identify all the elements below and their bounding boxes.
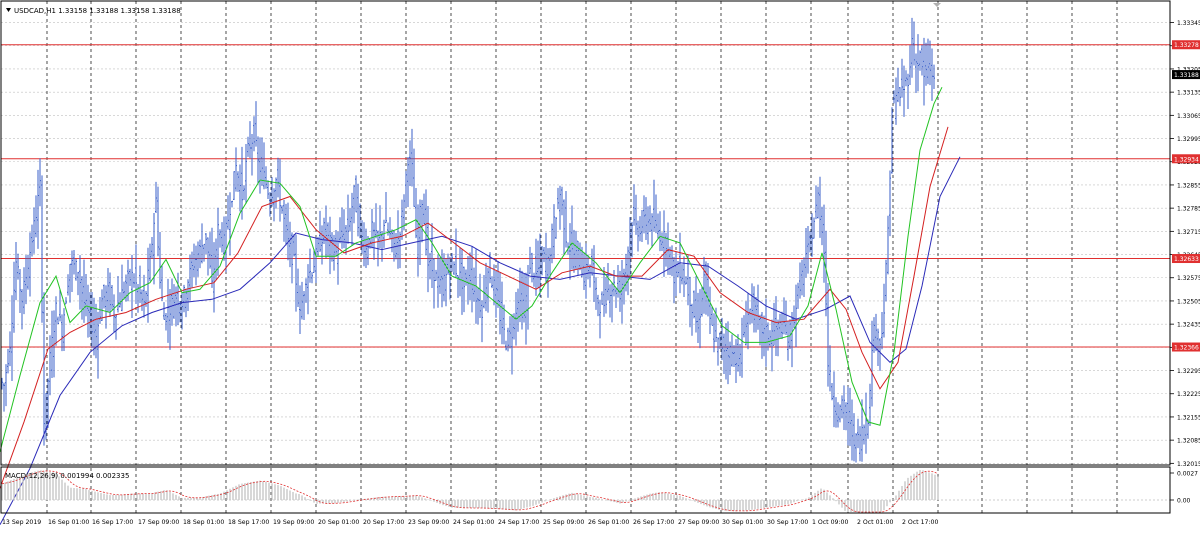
x-tick-label: 20 Sep 01:00 <box>318 519 359 526</box>
x-tick-label: 30 Sep 17:00 <box>767 519 808 526</box>
x-tick-label: 16 Sep 17:00 <box>92 519 133 526</box>
x-tick-label: 19 Sep 09:00 <box>273 519 314 526</box>
y-tick-label: 1.33345 <box>1177 20 1200 27</box>
x-tick-label: 20 Sep 17:00 <box>363 519 404 526</box>
y-tick-label: 1.32295 <box>1177 368 1200 375</box>
current-price-label: 1.33188 <box>1174 72 1199 79</box>
y-tick-label: 1.32575 <box>1177 275 1200 282</box>
y-tick-label: 1.32995 <box>1177 136 1200 143</box>
x-tick-label: 2 Oct 17:00 <box>902 519 938 526</box>
x-tick-label: 25 Sep 09:00 <box>543 519 584 526</box>
price-level-label: 1.32366 <box>1174 345 1199 352</box>
x-tick-label: 26 Sep 17:00 <box>633 519 674 526</box>
chart-window[interactable]: 1.333451.332751.332051.331351.330651.329… <box>0 0 1200 531</box>
y-tick-label: 1.32085 <box>1177 438 1200 445</box>
chart-canvas[interactable]: 1.333451.332751.332051.331351.330651.329… <box>0 0 1200 531</box>
y-tick-label: 1.32015 <box>1177 461 1200 468</box>
symbol-label: USDCAD,H1 1.33158 1.33188 1.33158 1.3318… <box>14 7 181 15</box>
y-tick-label: 1.32715 <box>1177 229 1200 236</box>
x-tick-label: 23 Sep 09:00 <box>408 519 449 526</box>
macd-y-tick-label: 0.0027 <box>1177 471 1198 478</box>
y-tick-label: 1.32225 <box>1177 391 1200 398</box>
price-level-label: 1.32633 <box>1174 256 1199 263</box>
macd-y-tick-label: 0.00 <box>1177 498 1191 505</box>
y-tick-label: 1.33135 <box>1177 90 1200 97</box>
price-level-label: 1.33278 <box>1174 42 1199 49</box>
x-tick-label: 16 Sep 01:00 <box>48 519 89 526</box>
y-tick-label: 1.32155 <box>1177 414 1200 421</box>
price-level-label: 1.32934 <box>1174 156 1199 163</box>
x-tick-label: 30 Sep 01:00 <box>722 519 763 526</box>
x-tick-label: 1 Oct 09:00 <box>812 519 848 526</box>
x-tick-label: 24 Sep 01:00 <box>453 519 494 526</box>
x-tick-label: 24 Sep 17:00 <box>498 519 539 526</box>
x-tick-label: 18 Sep 01:00 <box>183 519 224 526</box>
x-tick-label: 13 Sep 2019 <box>2 519 41 526</box>
y-tick-label: 1.33065 <box>1177 113 1200 120</box>
x-tick-label: 18 Sep 17:00 <box>228 519 269 526</box>
symbol-header[interactable]: USDCAD,H1 1.33158 1.33188 1.33158 1.3318… <box>6 7 181 15</box>
y-tick-label: 1.32855 <box>1177 182 1200 189</box>
y-tick-label: 1.32435 <box>1177 322 1200 329</box>
y-tick-label: 1.32785 <box>1177 206 1200 213</box>
x-tick-label: 26 Sep 01:00 <box>588 519 629 526</box>
x-tick-label: 2 Oct 01:00 <box>857 519 893 526</box>
x-tick-label: 17 Sep 09:00 <box>138 519 179 526</box>
y-tick-label: 1.32505 <box>1177 298 1200 305</box>
macd-label: MACD(12,26,9) 0.001994 0.002335 <box>5 472 129 480</box>
x-tick-label: 27 Sep 09:00 <box>678 519 719 526</box>
